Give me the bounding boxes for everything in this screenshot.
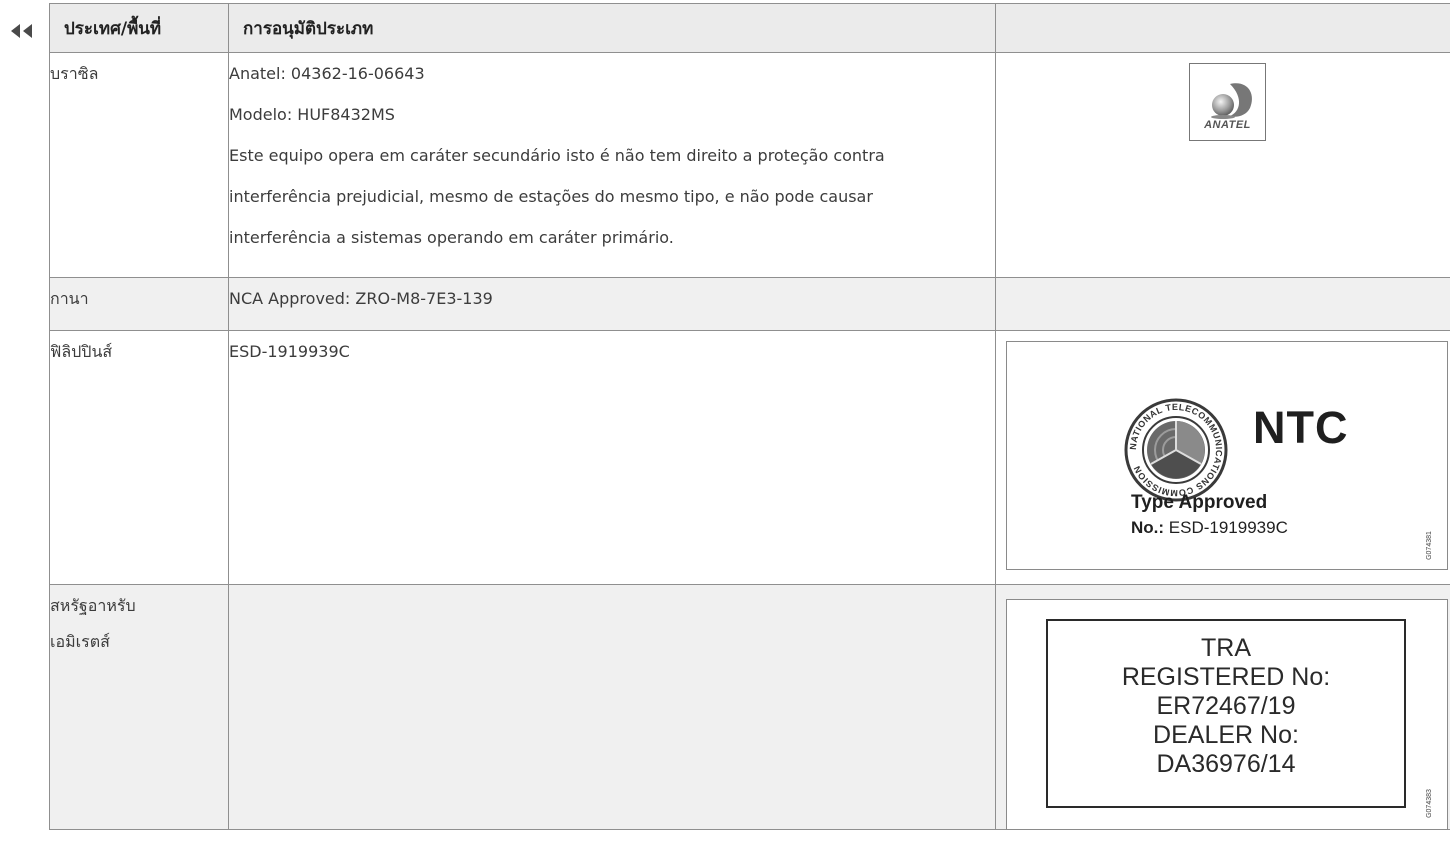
anatel-emblem-icon xyxy=(1211,83,1252,119)
approval-line: NCA Approved: ZRO-M8-7E3-139 xyxy=(229,289,493,308)
approval-line: ESD-1919939C xyxy=(229,342,350,361)
header-country: ประเทศ/พื้นที่ xyxy=(49,3,229,53)
country-name: กานา xyxy=(50,289,89,308)
table-header-row: ประเทศ/พื้นที่ การอนุมัติประเภท xyxy=(49,3,1450,53)
approval-line: interferência prejudicial, mesmo de esta… xyxy=(229,187,873,206)
approval-line: Modelo: HUF8432MS xyxy=(229,105,395,124)
country-cell: บราซิล xyxy=(49,52,229,278)
approval-cell xyxy=(228,584,996,830)
country-cell: สหรัฐอาหรับ เอมิเรตส์ xyxy=(49,584,229,830)
anatel-logo-text: ANATEL xyxy=(1204,119,1251,131)
ntc-image-code: G074381 xyxy=(1425,531,1433,560)
image-cell xyxy=(995,277,1450,331)
ntc-type-approved: Type Approved xyxy=(1131,492,1268,513)
country-name-line: เอมิเรตส์ xyxy=(50,632,110,651)
country-cell: กานา xyxy=(49,277,229,331)
approval-cell: ESD-1919939C xyxy=(228,330,996,585)
country-name: สหรัฐอาหรับ เอมิเรตส์ xyxy=(50,585,228,660)
tra-line: DA36976/14 xyxy=(1156,750,1296,778)
header-type-approval: การอนุมัติประเภท xyxy=(228,3,996,53)
approval-cell: NCA Approved: ZRO-M8-7E3-139 xyxy=(228,277,996,331)
ntc-number-label: No.: xyxy=(1131,518,1165,537)
anatel-logo: ANATEL xyxy=(1189,63,1266,141)
tra-registration-label: TRA REGISTERED No: ER72467/19 DEALER No:… xyxy=(1006,599,1448,830)
table-row-ghana: กานา NCA Approved: ZRO-M8-7E3-139 xyxy=(49,277,1450,331)
country-name: บราซิล xyxy=(50,64,99,83)
ntc-type-approval-label: NATIONAL TELECOMMUNICATIONS COMMISSION N… xyxy=(1006,341,1448,570)
country-cell: ฟิลิปปินส์ xyxy=(49,330,229,585)
country-name-line: สหรัฐอาหรับ xyxy=(50,596,136,615)
tra-line: DEALER No: xyxy=(1153,721,1299,749)
ntc-seal-icon: NATIONAL TELECOMMUNICATIONS COMMISSION xyxy=(1124,398,1228,502)
ntc-number-value: ESD-1919939C xyxy=(1168,518,1288,537)
approval-line: Anatel: 04362-16-06643 xyxy=(229,64,425,83)
approval-line: Este equipo opera em caráter secundário … xyxy=(229,146,885,165)
tra-label-frame: TRA REGISTERED No: ER72467/19 DEALER No:… xyxy=(1046,619,1406,808)
tra-line: ER72467/19 xyxy=(1156,692,1296,720)
approval-cell: Anatel: 04362-16-06643 Modelo: HUF8432MS… xyxy=(228,52,996,278)
ntc-number: No.: ESD-1919939C xyxy=(1131,518,1288,538)
page: ประเทศ/พื้นที่ การอนุมัติประเภท บราซิล A… xyxy=(0,0,1450,843)
header-image xyxy=(995,3,1450,53)
back-button[interactable] xyxy=(8,20,38,42)
double-chevron-left-icon xyxy=(11,24,32,38)
country-name: ฟิลิปปินส์ xyxy=(50,342,113,361)
tra-line: TRA xyxy=(1201,634,1251,662)
tra-image-code: G074383 xyxy=(1425,789,1433,818)
approval-line: interferência a sistemas operando em car… xyxy=(229,228,674,247)
tra-line: REGISTERED No: xyxy=(1121,663,1331,691)
ntc-title: NTC xyxy=(1253,402,1349,453)
